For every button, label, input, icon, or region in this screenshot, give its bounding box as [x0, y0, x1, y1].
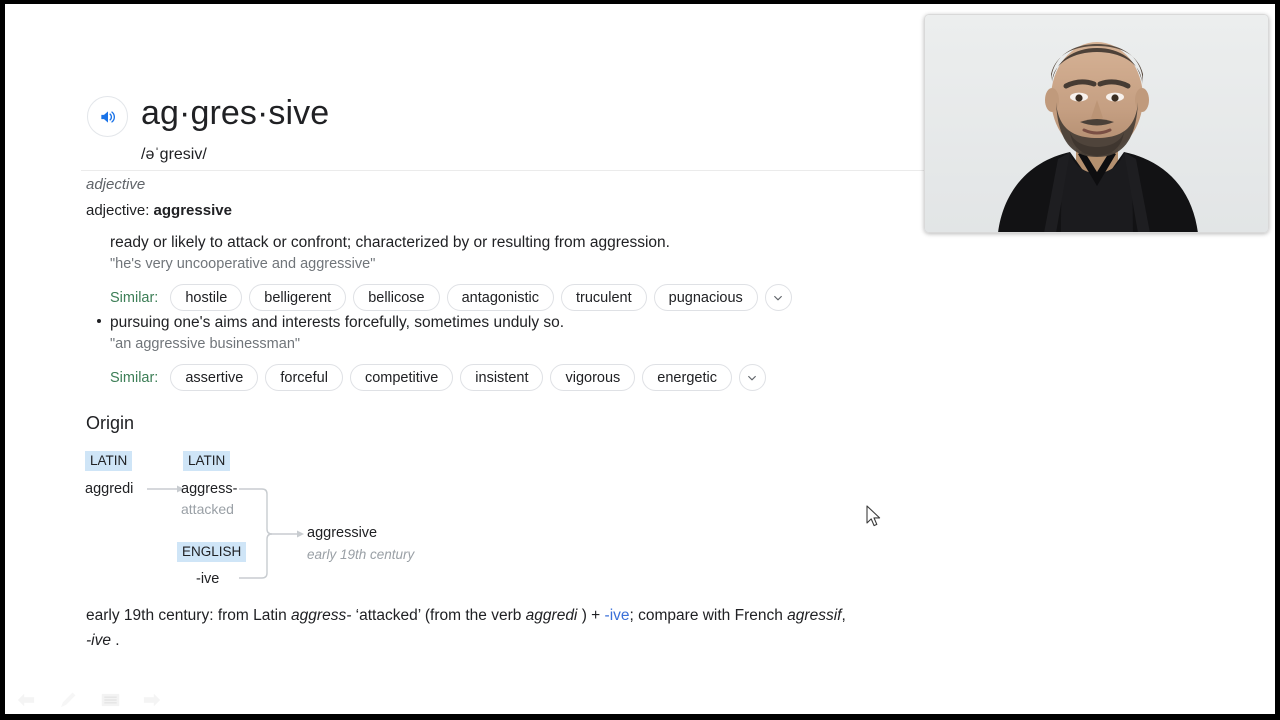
similar-word-chip[interactable]: belligerent [249, 284, 347, 311]
origin-word-aggress: aggress- [181, 481, 238, 497]
etym-french-ive: -ive [86, 632, 111, 649]
similar-word-chip[interactable]: insistent [460, 364, 544, 391]
chevron-down-icon[interactable] [738, 364, 766, 391]
etym-suffix-link[interactable]: -ive [605, 607, 630, 624]
webcam-overlay[interactable] [924, 14, 1269, 233]
pos-word: aggressive [153, 202, 232, 219]
etym-part: ) + [577, 607, 605, 624]
arrow-cursor [866, 505, 882, 529]
diagram-connectors [147, 485, 304, 579]
etymology-diagram: LATIN aggredi LATIN aggress- attacked EN… [81, 444, 501, 594]
etym-latin-root: aggress- [291, 607, 352, 624]
section-divider [81, 170, 961, 171]
similar-word-chip[interactable]: forceful [265, 364, 343, 391]
language-tag-latin-2: LATIN [183, 451, 231, 471]
origin-result-word: aggressive [307, 525, 378, 541]
similar-word-chip[interactable]: hostile [170, 284, 243, 311]
bottom-toolbar [13, 684, 173, 714]
etym-part: early 19th century: from Latin [86, 607, 292, 624]
pos-prefix: adjective: [86, 202, 154, 219]
pen-icon[interactable] [55, 688, 81, 712]
language-tag-latin-1: LATIN [85, 451, 133, 471]
example-text: "an aggressive businessman" [110, 336, 301, 352]
phonetic-transcription: /əˈgresiv/ [141, 146, 207, 163]
similar-label: Similar: [110, 289, 159, 306]
sense-block: pursuing one's aims and interests forcef… [97, 312, 766, 391]
similar-word-chip[interactable]: antagonistic [446, 284, 554, 311]
forward-arrow-icon[interactable] [139, 688, 165, 712]
similar-words-row: Similar: hostile belligerent bellicose a… [110, 284, 792, 311]
example-text: "he's very uncooperative and aggressive" [110, 256, 376, 272]
etym-french-agressif: agressif [787, 607, 842, 624]
list-icon[interactable] [97, 688, 123, 712]
screen: ag·gres·sive /əˈgresiv/ adjective adject… [0, 0, 1280, 720]
origin-word-aggredi: aggredi [85, 481, 134, 497]
speaker-icon[interactable] [87, 96, 128, 137]
definition-text: pursuing one's aims and interests forcef… [110, 314, 565, 331]
etym-part: ; compare with French [629, 607, 788, 624]
etym-part: , [841, 607, 846, 624]
definition-text: ready or likely to attack or confront; c… [110, 234, 670, 251]
back-arrow-icon[interactable] [13, 688, 39, 712]
similar-word-chip[interactable]: bellicose [353, 284, 440, 311]
similar-words-row: Similar: assertive forceful competitive … [110, 364, 766, 391]
page-title: ag·gres·sive [141, 94, 330, 132]
etym-part: . [110, 632, 120, 649]
origin-heading: Origin [86, 413, 135, 433]
presenter-video-frame [924, 14, 1269, 233]
chevron-down-icon[interactable] [764, 284, 792, 311]
etym-verb-aggredi: aggredi [525, 607, 578, 624]
part-of-speech-heading: adjective [86, 176, 146, 193]
similar-word-chip[interactable]: pugnacious [653, 284, 758, 311]
similar-label: Similar: [110, 369, 159, 386]
etymology-paragraph: early 19th century: from Latin aggress- … [86, 603, 846, 653]
dictionary-page: ag·gres·sive /əˈgresiv/ adjective adject… [5, 4, 1275, 714]
similar-word-chip[interactable]: truculent [561, 284, 647, 311]
sense-block: ready or likely to attack or confront; c… [110, 232, 792, 311]
origin-word-ive: -ive [196, 571, 220, 587]
similar-word-chip[interactable]: energetic [642, 364, 732, 391]
etym-part: ‘attacked’ (from the verb [351, 607, 526, 624]
similar-word-chip[interactable]: competitive [349, 364, 454, 391]
origin-result-date: early 19th century [307, 547, 415, 562]
part-of-speech-label: adjective: aggressive [86, 201, 232, 221]
origin-gloss-attacked: attacked [181, 501, 234, 517]
bullet-icon [97, 319, 101, 323]
language-tag-english: ENGLISH [177, 542, 247, 562]
similar-word-chip[interactable]: vigorous [550, 364, 636, 391]
similar-word-chip[interactable]: assertive [170, 364, 259, 391]
